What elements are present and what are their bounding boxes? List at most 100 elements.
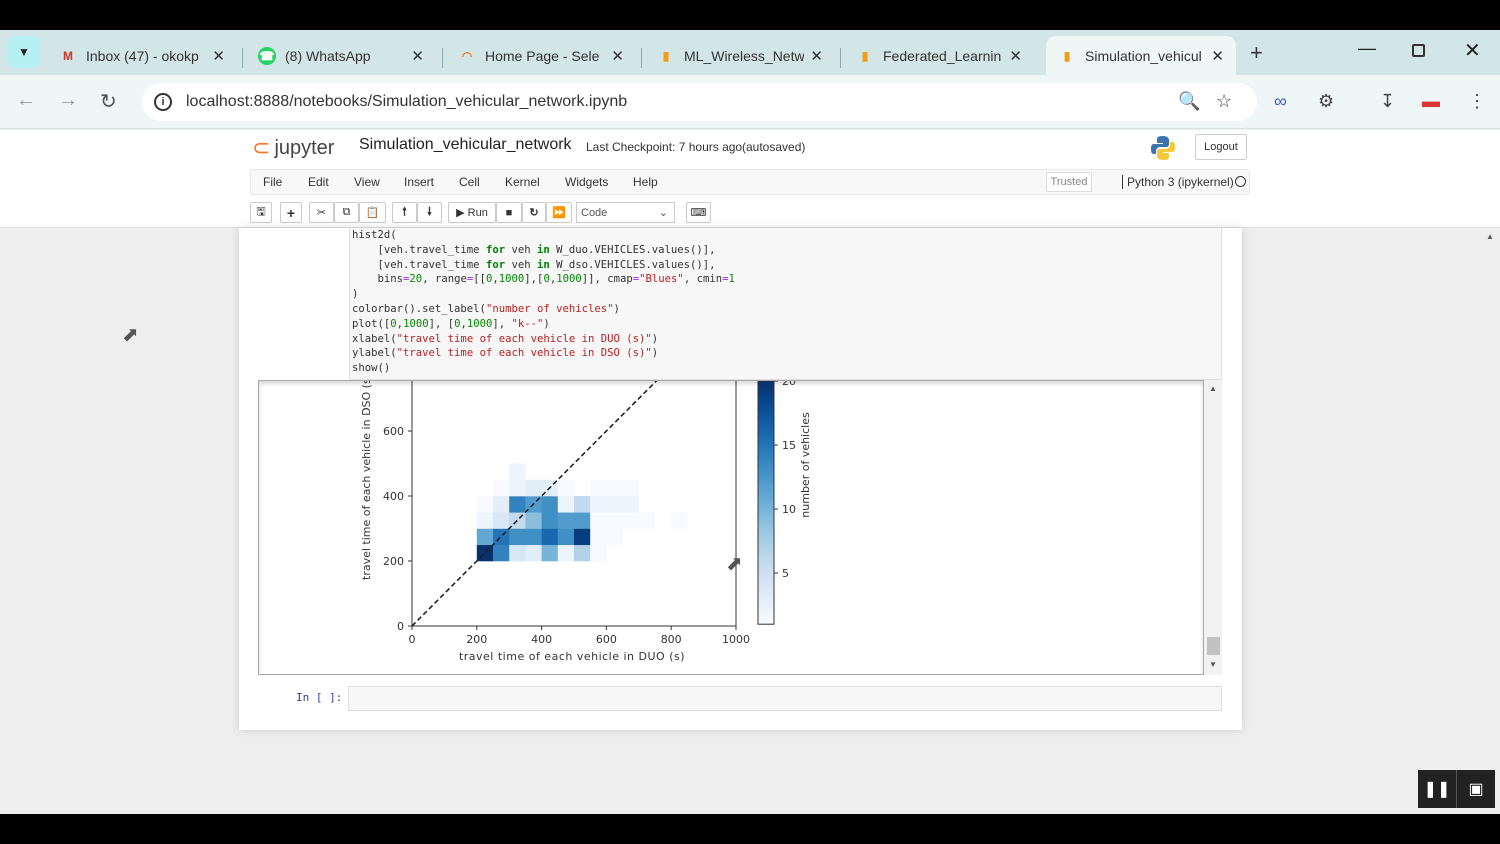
- output-area[interactable]: 0 200 400 600 800 1000 0 200 400 600 travel time o…: [258, 380, 1204, 675]
- empty-code-cell[interactable]: [348, 686, 1222, 711]
- command-palette-button[interactable]: ⌨: [686, 202, 711, 223]
- new-tab-button[interactable]: +: [1250, 40, 1263, 66]
- output-scrollbar[interactable]: ▲ ▼: [1204, 380, 1222, 675]
- close-tab-icon[interactable]: ✕: [212, 47, 225, 65]
- jupyter-logo-text: jupyter: [274, 136, 335, 159]
- heatmap-cell: [590, 544, 607, 562]
- close-tab-icon[interactable]: ✕: [411, 47, 424, 65]
- heatmap-cell: [525, 479, 542, 497]
- menu-view[interactable]: View: [354, 175, 380, 189]
- heatmap-cell: [606, 528, 623, 546]
- minimize-button[interactable]: —: [1358, 38, 1376, 59]
- back-button[interactable]: ←: [16, 89, 36, 112]
- interrupt-button[interactable]: ■: [496, 202, 522, 223]
- insert-cell-button[interactable]: +: [280, 202, 302, 223]
- close-tab-icon[interactable]: ✕: [1211, 47, 1224, 65]
- code-token: show(): [352, 362, 391, 375]
- menu-cell[interactable]: Cell: [459, 175, 480, 189]
- menu-file[interactable]: File: [263, 175, 282, 189]
- x-tick-label: 200: [466, 633, 487, 646]
- menu-insert[interactable]: Insert: [404, 175, 434, 189]
- zoom-icon[interactable]: 🔍: [1178, 91, 1200, 112]
- move-up-button[interactable]: 🠕: [392, 202, 417, 223]
- more-menu-icon[interactable]: ⋮: [1468, 91, 1486, 112]
- tab-label: ML_Wireless_Netw: [684, 47, 805, 64]
- play-icon: ▶: [456, 207, 468, 219]
- download-icon[interactable]: ↧: [1380, 91, 1395, 112]
- code-token: W_duo.VEHICLES.values()],: [549, 243, 716, 256]
- close-window-button[interactable]: ✕: [1464, 38, 1481, 63]
- site-info-icon[interactable]: i: [154, 93, 172, 111]
- tab-6[interactable]: ▮ Simulation_vehicul ✕: [1046, 36, 1236, 75]
- code-token: colorbar().set_label(: [352, 302, 486, 315]
- code-line: hist2d(: [352, 228, 735, 243]
- picture-button[interactable]: ▣: [1456, 770, 1495, 808]
- reload-button[interactable]: ↻: [100, 89, 117, 114]
- browser-tab-strip: ▼ M Inbox (47) - okokp ✕ ☎ (8) WhatsApp ✕ ◠ Hom…: [0, 30, 1500, 75]
- code-token: ylabel(: [352, 347, 397, 360]
- logout-button[interactable]: Logout: [1195, 134, 1247, 160]
- extensions-puzzle-icon[interactable]: ⚙: [1318, 91, 1334, 112]
- pause-button[interactable]: ❚❚: [1418, 770, 1456, 808]
- tab-5[interactable]: ▮ Federated_Learnin ✕: [844, 36, 1034, 75]
- recorder-extension-icon[interactable]: ▬: [1422, 91, 1440, 112]
- cell-type-select[interactable]: Code ⌄: [576, 202, 675, 223]
- scroll-up-arrow-icon[interactable]: ▲: [1209, 384, 1217, 393]
- restore-button[interactable]: [1412, 44, 1425, 57]
- code-editor[interactable]: hist2d( [veh.travel_time for veh in W_du…: [352, 228, 735, 376]
- code-token: in: [536, 243, 550, 256]
- restart-kernel-button[interactable]: ↻: [522, 202, 546, 223]
- code-line: colorbar().set_label("number of vehicles…: [352, 302, 735, 317]
- tab-1[interactable]: M Inbox (47) - okokp ✕: [47, 36, 237, 75]
- heatmap-cell: [590, 496, 607, 513]
- code-token: bins: [352, 273, 404, 286]
- code-token: "number of vehicles": [485, 302, 614, 315]
- code-token: ]], cmap: [581, 273, 633, 286]
- heatmap-cell: [541, 528, 559, 546]
- mouse-cursor-icon: ⬈: [122, 324, 139, 346]
- menu-help[interactable]: Help: [633, 175, 658, 189]
- close-tab-icon[interactable]: ✕: [1009, 47, 1022, 65]
- code-token: ): [543, 317, 550, 330]
- code-line: ylabel("travel time of each vehicle in D…: [352, 346, 735, 361]
- forward-button[interactable]: →: [58, 89, 78, 112]
- heatmap-cell: [541, 544, 559, 562]
- tab-3[interactable]: ◠ Home Page - Sele ✕: [446, 36, 636, 75]
- tab-label: Simulation_vehicul: [1085, 47, 1202, 64]
- scrollbar-thumb[interactable]: [1207, 637, 1220, 655]
- save-button[interactable]: 🖫: [250, 202, 272, 223]
- run-button[interactable]: ▶ Run: [448, 202, 496, 223]
- menu-kernel[interactable]: Kernel: [505, 175, 540, 189]
- notebook-title[interactable]: Simulation_vehicular_network: [359, 136, 572, 154]
- menu-widgets[interactable]: Widgets: [565, 175, 608, 189]
- paste-button[interactable]: 📋: [359, 202, 386, 223]
- jupyter-logo[interactable]: ⊂ jupyter: [252, 135, 334, 161]
- scroll-up-arrow-icon[interactable]: ▲: [1486, 232, 1494, 241]
- tab-4[interactable]: ▮ ML_Wireless_Netw ✕: [645, 36, 835, 75]
- cut-button[interactable]: ✂: [309, 202, 334, 223]
- heatmap-cell: [476, 528, 494, 546]
- url-text[interactable]: localhost:8888/notebooks/Simulation_vehi…: [186, 93, 627, 111]
- close-tab-icon[interactable]: ✕: [611, 47, 624, 65]
- whatsapp-icon: ☎: [258, 46, 276, 65]
- tab-2[interactable]: ☎ (8) WhatsApp ✕: [246, 36, 436, 75]
- copy-button[interactable]: ⧉: [334, 202, 359, 223]
- kernel-name[interactable]: Python 3 (ipykernel): [1122, 175, 1234, 189]
- trusted-indicator[interactable]: Trusted: [1046, 172, 1092, 192]
- run-all-button[interactable]: ⏩: [546, 202, 572, 223]
- code-token: W_dso.VEHICLES.values()],: [549, 258, 716, 271]
- extension-icon-infinity[interactable]: ∞: [1274, 91, 1287, 112]
- heatmap-cell: [638, 512, 656, 529]
- url-field[interactable]: i localhost:8888/notebooks/Simulation_ve…: [142, 83, 1257, 121]
- page-scrollbar[interactable]: ▲: [1482, 228, 1500, 814]
- code-token: "Blues": [639, 273, 684, 286]
- move-down-button[interactable]: 🠗: [417, 202, 442, 223]
- bookmark-star-icon[interactable]: ☆: [1216, 91, 1232, 112]
- chevron-down-icon: ⌄: [658, 207, 668, 219]
- scroll-down-arrow-icon[interactable]: ▼: [1209, 660, 1217, 669]
- tab-search-button[interactable]: ▼: [8, 36, 40, 68]
- y-tick-label: 200: [383, 555, 404, 568]
- tab-separator: [242, 48, 243, 68]
- close-tab-icon[interactable]: ✕: [810, 47, 823, 65]
- menu-edit[interactable]: Edit: [308, 175, 329, 189]
